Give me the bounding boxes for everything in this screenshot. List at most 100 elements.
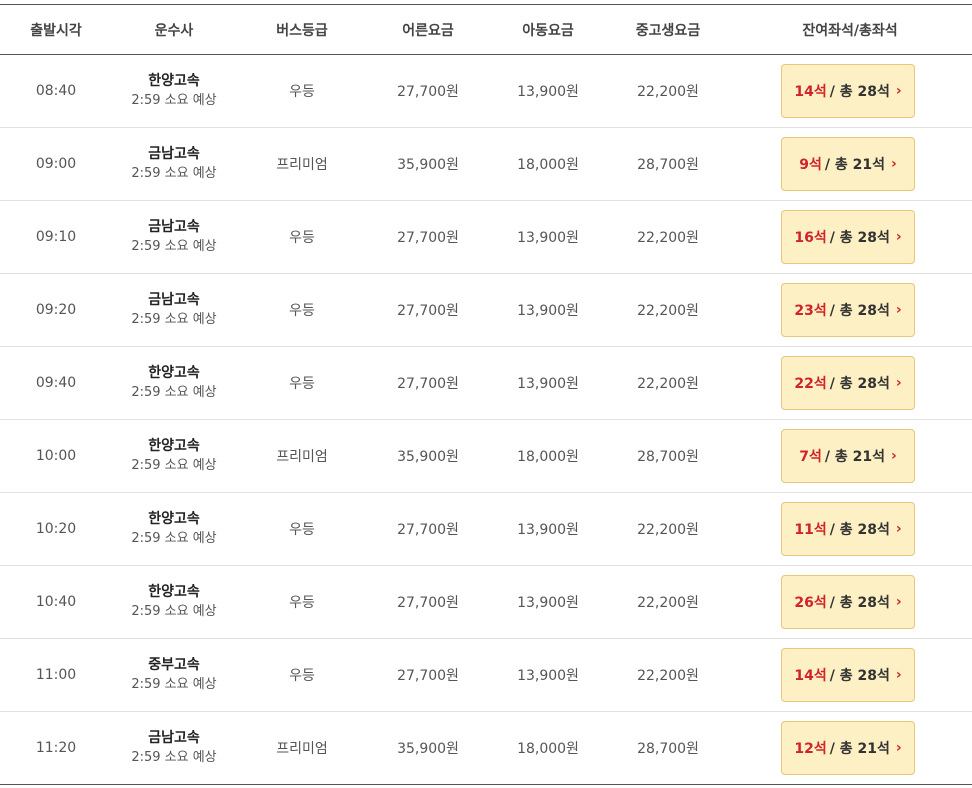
company-name: 금남고속 [148,292,200,308]
bus-grade: 우등 [289,595,315,611]
bus-grade: 우등 [289,522,315,538]
chevron-right-icon: › [895,594,902,610]
departure-time: 10:20 [35,521,77,537]
total-seats: / 총 28석 [829,376,890,392]
total-seats: / 총 28석 [829,303,890,319]
travel-duration: 2:59 소요 예상 [131,166,217,181]
seat-select-button[interactable]: 22석 / 총 28석 › [781,356,915,410]
remaining-seats: 23석 [794,303,827,319]
company-name: 한양고속 [148,438,200,454]
remaining-seats: 26석 [794,595,827,611]
departure-time: 08:40 [35,83,77,99]
bus-grade: 우등 [289,668,315,684]
table-row: 09:00 금남고속 2:59 소요 예상 프리미엄 35,900원 18,00… [0,128,972,201]
remaining-seats: 11석 [794,522,827,538]
company-name: 금남고속 [148,146,200,162]
adult-fare: 27,700원 [397,668,459,684]
company-name: 한양고속 [148,365,200,381]
total-seats: / 총 28석 [829,668,890,684]
student-fare: 22,200원 [637,668,699,684]
seat-select-button[interactable]: 11석 / 총 28석 › [781,502,915,556]
remaining-seats: 9석 [799,157,822,173]
chevron-right-icon: › [895,302,902,318]
seat-select-button[interactable]: 14석 / 총 28석 › [781,64,915,118]
seats-cell: 16석 / 총 28석 › [728,210,972,264]
departure-time: 09:00 [35,156,77,172]
travel-duration: 2:59 소요 예상 [131,677,217,692]
seat-select-button[interactable]: 7석 / 총 21석 › [781,429,915,483]
chevron-right-icon: › [895,83,902,99]
seats-cell: 22석 / 총 28석 › [728,356,972,410]
seat-select-button[interactable]: 16석 / 총 28석 › [781,210,915,264]
remaining-seats: 22석 [794,376,827,392]
header-adult-fare: 어른요금 [402,22,454,39]
travel-duration: 2:59 소요 예상 [131,312,217,327]
departure-time: 09:40 [35,375,77,391]
company-cell: 금남고속 2:59 소요 예상 [112,728,236,768]
seats-cell: 9석 / 총 21석 › [728,137,972,191]
seats-cell: 23석 / 총 28석 › [728,283,972,337]
child-fare: 13,900원 [517,595,579,611]
company-cell: 한양고속 2:59 소요 예상 [112,71,236,111]
company-name: 중부고속 [148,657,200,673]
chevron-right-icon: › [895,229,902,245]
chevron-right-icon: › [890,448,897,464]
chevron-right-icon: › [890,156,897,172]
departure-time: 11:00 [35,667,77,683]
student-fare: 22,200원 [637,595,699,611]
child-fare: 18,000원 [517,741,579,757]
schedule-table: 출발시각 운수사 버스등급 어른요금 아동요금 중고생요금 잔여좌석/총좌석 0… [0,0,972,785]
departure-time: 09:20 [35,302,77,318]
student-fare: 22,200원 [637,230,699,246]
child-fare: 13,900원 [517,230,579,246]
table-row: 10:40 한양고속 2:59 소요 예상 우등 27,700원 13,900원… [0,566,972,639]
table-row: 09:20 금남고속 2:59 소요 예상 우등 27,700원 13,900원… [0,274,972,347]
adult-fare: 35,900원 [397,157,459,173]
remaining-seats: 14석 [794,84,827,100]
company-name: 한양고속 [148,511,200,527]
adult-fare: 27,700원 [397,84,459,100]
seat-select-button[interactable]: 14석 / 총 28석 › [781,648,915,702]
child-fare: 13,900원 [517,522,579,538]
table-row: 09:40 한양고속 2:59 소요 예상 우등 27,700원 13,900원… [0,347,972,420]
bus-grade: 프리미엄 [276,449,328,465]
header-company: 운수사 [154,22,194,39]
seat-select-button[interactable]: 12석 / 총 21석 › [781,721,915,775]
remaining-seats: 14석 [794,668,827,684]
student-fare: 22,200원 [637,84,699,100]
bus-grade: 우등 [289,230,315,246]
seat-select-button[interactable]: 23석 / 총 28석 › [781,283,915,337]
table-row: 11:20 금남고속 2:59 소요 예상 프리미엄 35,900원 18,00… [0,712,972,785]
company-name: 금남고속 [148,219,200,235]
adult-fare: 27,700원 [397,522,459,538]
seat-select-button[interactable]: 26석 / 총 28석 › [781,575,915,629]
departure-time: 11:20 [35,740,77,756]
bus-grade: 프리미엄 [276,157,328,173]
seat-select-button[interactable]: 9석 / 총 21석 › [781,137,915,191]
bus-grade: 우등 [289,376,315,392]
adult-fare: 27,700원 [397,230,459,246]
travel-duration: 2:59 소요 예상 [131,93,217,108]
company-cell: 한양고속 2:59 소요 예상 [112,436,236,476]
total-seats: / 총 28석 [829,595,890,611]
travel-duration: 2:59 소요 예상 [131,531,217,546]
remaining-seats: 12석 [794,741,827,757]
travel-duration: 2:59 소요 예상 [131,750,217,765]
company-name: 한양고속 [148,73,200,89]
company-name: 금남고속 [148,730,200,746]
travel-duration: 2:59 소요 예상 [131,385,217,400]
company-cell: 금남고속 2:59 소요 예상 [112,290,236,330]
travel-duration: 2:59 소요 예상 [131,604,217,619]
travel-duration: 2:59 소요 예상 [131,239,217,254]
company-cell: 금남고속 2:59 소요 예상 [112,144,236,184]
bus-schedule-page: 출발시각 운수사 버스등급 어른요금 아동요금 중고생요금 잔여좌석/총좌석 0… [0,0,972,788]
company-name: 한양고속 [148,584,200,600]
remaining-seats: 16석 [794,230,827,246]
total-seats: / 총 21석 [824,157,885,173]
company-cell: 중부고속 2:59 소요 예상 [112,655,236,695]
student-fare: 22,200원 [637,376,699,392]
bus-grade: 프리미엄 [276,741,328,757]
seats-cell: 26석 / 총 28석 › [728,575,972,629]
departure-time: 10:40 [35,594,77,610]
seats-cell: 14석 / 총 28석 › [728,64,972,118]
